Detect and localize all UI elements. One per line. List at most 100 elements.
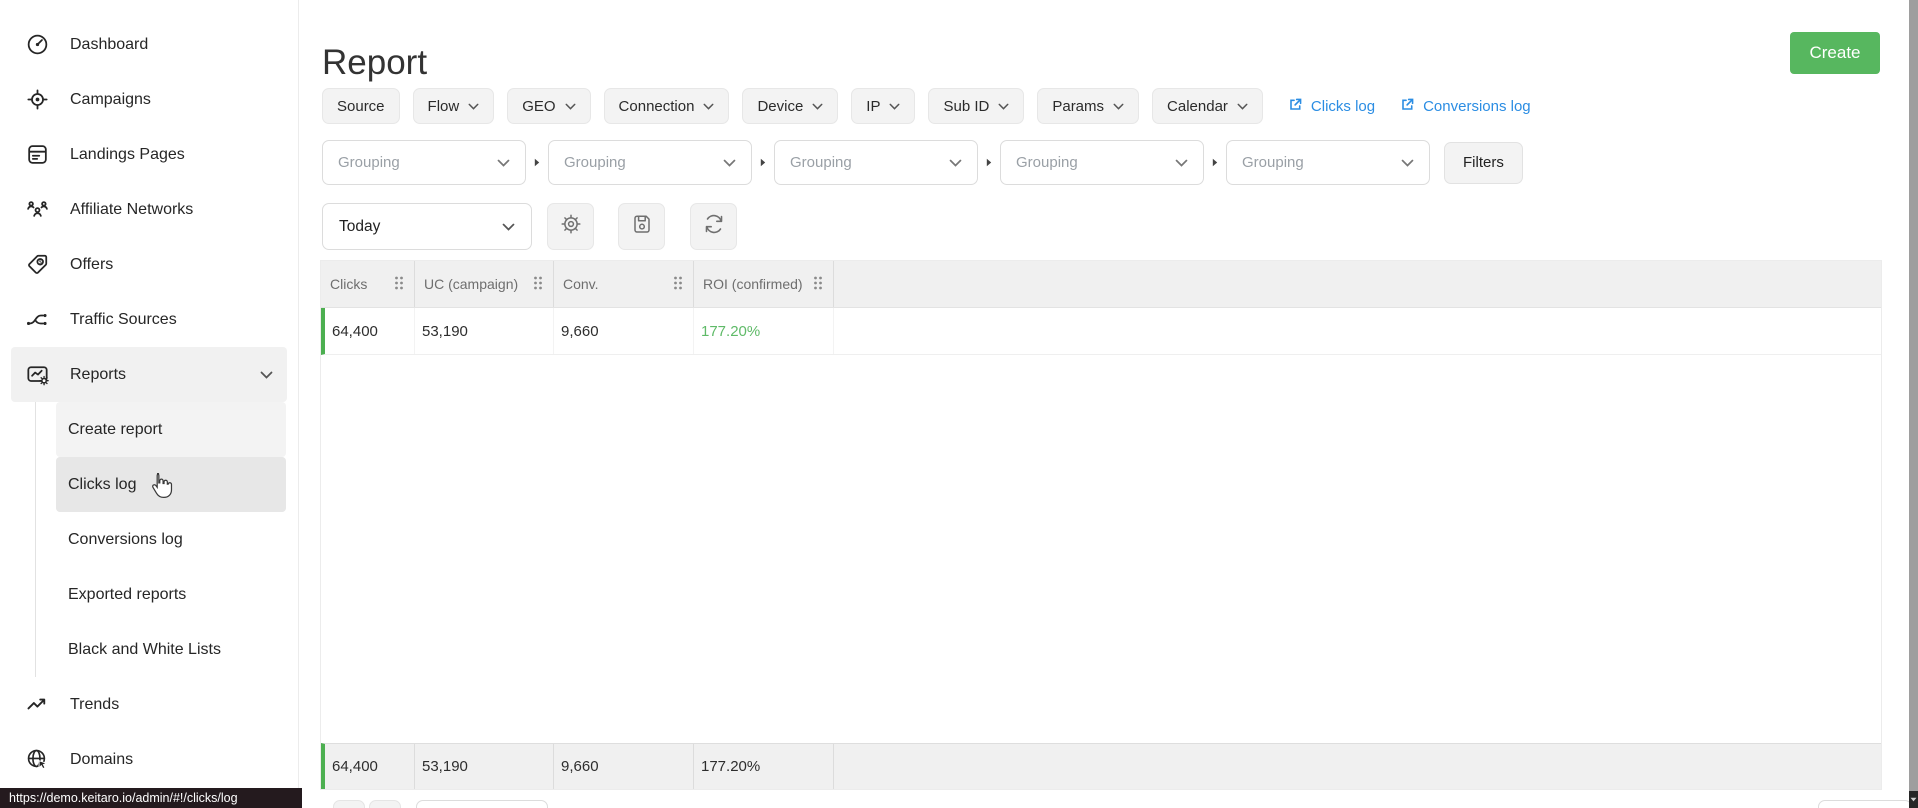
filter-button-device[interactable]: Device	[742, 88, 839, 124]
table-summary-row: 64,400 53,190 9,660 177.20%	[321, 743, 1881, 789]
filter-button-ip[interactable]: IP	[851, 88, 916, 124]
tag-icon: $	[24, 252, 50, 278]
grouping-select-3[interactable]: Grouping	[774, 140, 978, 185]
filter-label: Calendar	[1167, 97, 1228, 115]
vertical-scrollbar-thumb[interactable]	[1909, 0, 1918, 791]
report-settings-button[interactable]	[547, 203, 594, 250]
grouping-select-2[interactable]: Grouping	[548, 140, 752, 185]
sidebar-item-landings-pages[interactable]: Landings Pages	[11, 127, 287, 182]
chevron-down-icon	[1175, 154, 1188, 171]
page-title: Report	[322, 43, 428, 83]
chevron-down-icon	[1401, 154, 1414, 171]
sidebar-item-label: Black and White Lists	[68, 640, 221, 658]
sidebar-item-domains[interactable]: Domains	[11, 732, 287, 787]
filter-bar: Source Flow GEO Connection Device IP Sub…	[322, 88, 1531, 124]
grouping-select-5[interactable]: Grouping	[1226, 140, 1430, 185]
sidebar-item-trends[interactable]: Trends	[11, 677, 287, 732]
table-row[interactable]: 64,400 53,190 9,660 177.20%	[321, 308, 1881, 355]
sidebar-item-black-white-lists[interactable]: Black and White Lists	[56, 622, 286, 677]
column-label: Clicks	[330, 276, 368, 292]
gauge-icon	[24, 32, 50, 58]
grouping-select-1[interactable]: Grouping	[322, 140, 526, 185]
column-label: ROI (confirmed)	[703, 276, 803, 292]
sidebar-item-offers[interactable]: $ Offers	[11, 237, 287, 292]
cell-roi-confirmed: 177.20%	[694, 308, 834, 354]
sidebar-item-exported-reports[interactable]: Exported reports	[56, 567, 286, 622]
clicks-log-link[interactable]: Clicks log	[1288, 97, 1375, 116]
sidebar-item-label: Dashboard	[70, 35, 149, 53]
arrow-right-separator-icon	[752, 158, 774, 167]
conversions-log-link[interactable]: Conversions log	[1400, 97, 1531, 116]
column-header-filler	[834, 261, 1881, 307]
column-header-clicks[interactable]: Clicks	[321, 261, 415, 307]
date-range-select[interactable]: Today	[322, 203, 532, 250]
filter-button-source[interactable]: Source	[322, 88, 400, 124]
filter-button-geo[interactable]: GEO	[507, 88, 591, 124]
pagination-next-button[interactable]	[369, 800, 401, 808]
grouping-placeholder: Grouping	[338, 154, 400, 171]
table-header-row: Clicks UC (campaign) Conv. ROI (confirme…	[321, 261, 1881, 308]
link-label: Clicks log	[1310, 97, 1376, 115]
pagination-page-size-select[interactable]	[416, 800, 548, 808]
grouping-placeholder: Grouping	[564, 154, 626, 171]
filter-label: Flow	[427, 97, 460, 115]
chevron-down-icon	[260, 371, 273, 379]
sidebar-item-label: Trends	[70, 695, 120, 713]
column-header-conv[interactable]: Conv.	[554, 261, 694, 307]
trending-up-icon	[24, 692, 50, 718]
arrow-right-separator-icon	[978, 158, 1000, 167]
scrollbar-down-button[interactable]	[1909, 791, 1918, 808]
sidebar-item-traffic-sources[interactable]: Traffic Sources	[11, 292, 287, 347]
sidebar-item-create-report[interactable]: Create report	[56, 402, 286, 457]
sidebar-item-clicks-log[interactable]: Clicks log	[56, 457, 286, 512]
sidebar-item-label: Domains	[70, 750, 134, 768]
chevron-down-icon	[502, 218, 515, 236]
drag-handle-icon[interactable]	[673, 276, 683, 293]
filter-button-flow[interactable]: Flow	[412, 88, 495, 124]
sidebar-item-reports[interactable]: Reports	[11, 347, 287, 402]
link-label: Conversions log	[1423, 97, 1531, 115]
sidebar-item-dashboard[interactable]: Dashboard	[11, 17, 287, 72]
date-range-value: Today	[339, 217, 381, 235]
filter-button-connection[interactable]: Connection	[603, 88, 730, 124]
table-empty-area	[321, 355, 1881, 743]
chevron-down-icon	[1113, 103, 1124, 110]
pagination-right-control[interactable]	[1818, 800, 1912, 808]
chevron-down-icon	[723, 154, 736, 171]
save-report-button[interactable]	[618, 203, 665, 250]
branch-icon	[24, 307, 50, 333]
summary-roi-confirmed: 177.20%	[694, 744, 834, 789]
drag-handle-icon[interactable]	[813, 276, 823, 293]
chevron-down-icon	[468, 103, 479, 110]
refresh-button[interactable]	[690, 203, 737, 250]
summary-conv: 9,660	[554, 744, 694, 789]
report-gear-icon	[24, 362, 50, 388]
pagination-prev-button[interactable]	[333, 800, 365, 808]
grouping-select-4[interactable]: Grouping	[1000, 140, 1204, 185]
sidebar-item-affiliate-networks[interactable]: Affiliate Networks	[11, 182, 287, 237]
cell-uc-campaign: 53,190	[415, 308, 554, 354]
arrow-right-separator-icon	[1204, 158, 1226, 167]
sidebar-item-campaigns[interactable]: Campaigns	[11, 72, 287, 127]
chevron-down-icon	[703, 103, 714, 110]
sidebar-item-conversions-log[interactable]: Conversions log	[56, 512, 286, 567]
chevron-down-icon	[1237, 103, 1248, 110]
filter-button-calendar[interactable]: Calendar	[1152, 88, 1263, 124]
submenu-tree-line	[35, 402, 36, 677]
target-icon	[24, 87, 50, 113]
chevron-down-icon	[949, 154, 962, 171]
sidebar-item-label: Affiliate Networks	[70, 200, 194, 218]
sidebar-item-label: Exported reports	[68, 585, 187, 603]
drag-handle-icon[interactable]	[533, 276, 543, 293]
drag-handle-icon[interactable]	[394, 276, 404, 293]
create-button[interactable]: Create	[1790, 32, 1880, 74]
column-header-roi-confirmed[interactable]: ROI (confirmed)	[694, 261, 834, 307]
toolbar: Today	[322, 203, 737, 250]
filter-button-sub-id[interactable]: Sub ID	[928, 88, 1025, 124]
report-table: Clicks UC (campaign) Conv. ROI (confirme…	[320, 260, 1882, 790]
column-header-uc-campaign[interactable]: UC (campaign)	[415, 261, 554, 307]
filters-button[interactable]: Filters	[1444, 141, 1523, 184]
filter-button-params[interactable]: Params	[1037, 88, 1140, 124]
chevron-down-icon	[497, 154, 510, 171]
chevron-down-icon	[565, 103, 576, 110]
